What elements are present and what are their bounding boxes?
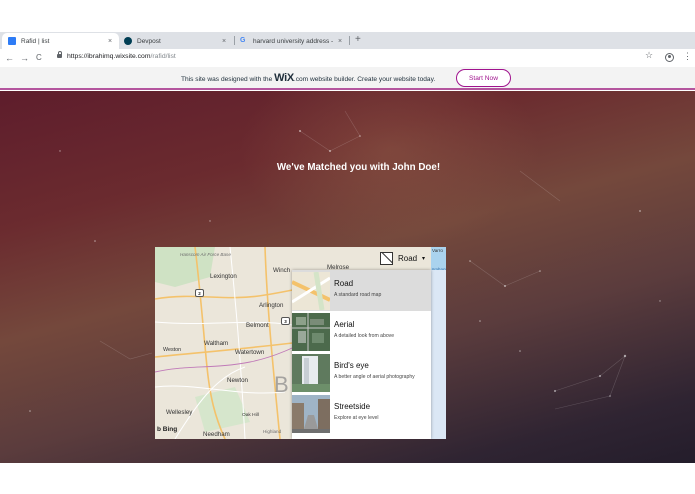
tab-harvard-search[interactable]: G harvard university address - G × [234,33,349,49]
banner-text-before: This site was designed with the [181,76,275,83]
map-style-option-birds-eye[interactable]: Bird's eye A better angle of aerial phot… [292,352,431,393]
banner-text-after: .com website builder. Create your websit… [293,76,436,83]
map-town-oak-hill: Oak Hill [242,413,259,418]
map-style-option-aerial[interactable]: Aerial A detailed look from above [292,311,431,352]
option-desc: A detailed look from above [334,333,395,339]
chevron-down-icon: ▾ [422,256,426,262]
back-button[interactable]: ← [5,49,14,67]
map-town-belmont: Belmont [246,322,269,329]
option-title: Bird's eye [334,361,369,370]
bing-logo: b Bing [157,426,177,433]
lock-icon [57,51,62,58]
road-style-icon [380,252,393,265]
tab-title: Devpost [137,37,161,45]
menu-kebab-icon[interactable]: ⋮ [683,51,692,62]
map-style-dropdown: Road A standard road map Aerial A detail… [292,270,431,439]
close-tab-icon[interactable]: × [105,38,115,45]
tab-strip: Rafid | list × Devpost × G harvard unive… [0,32,695,49]
bookmark-star-icon[interactable]: ☆ [645,50,653,61]
map-town-arlington: Arlington [259,302,284,309]
devpost-favicon-icon [124,37,132,45]
window-top-space [0,0,695,32]
map-town-wellesley: Wellesley [166,409,193,416]
map-town-newton: Newton [227,377,248,384]
wix-logo: WiX [274,72,294,84]
map-town-winch: Winch [273,267,291,274]
dropdown-scroll-track[interactable] [431,270,446,439]
map-town-waltham: Waltham [204,340,229,347]
route-3-shield: 3 [281,317,290,325]
forward-button[interactable]: → [20,49,29,67]
map-town-watertown: Watertown [235,349,265,356]
url-domain: https://ibrahimq.wixsite.com [67,53,151,60]
tab-title: harvard university address - G [253,37,335,45]
streetside-thumbnail-icon [292,395,330,433]
birds-eye-thumbnail-icon [292,354,330,392]
account-icon[interactable] [665,53,674,62]
map-town-lexington: Lexington [210,273,237,280]
tab-title: Rafid | list [21,37,50,45]
tab-devpost[interactable]: Devpost × [118,33,233,49]
aerial-thumbnail-icon [292,313,330,351]
match-headline: We've Matched you with John Doe! [276,162,441,173]
google-favicon-icon: G [240,37,246,44]
option-title: Road [334,279,354,288]
map-town-highland: Highland [263,429,282,434]
option-desc: Explore at eye level [334,415,379,421]
map-label-hanscom: Hanscom Air Force Base [180,252,231,257]
address-bar[interactable]: https://ibrahimq.wixsite.com/rafid/list [67,53,176,60]
tab-separator [234,36,235,45]
reload-button[interactable]: C [36,49,42,67]
page-bottom-space [0,463,695,494]
tab-separator [349,36,350,45]
road-thumbnail-icon [292,272,330,310]
wix-banner-text: This site was designed with the WiX.com … [181,72,435,86]
map-town-needham: Needham [203,431,230,438]
option-desc: A standard road map [334,292,382,298]
wix-banner: This site was designed with the WiX.com … [0,67,695,90]
route-2-shield: 2 [195,289,204,297]
map-town-weston: Weston [163,347,182,353]
option-title: Streetside [334,402,371,411]
map-watermark-letter: B [274,372,289,397]
option-title: Aerial [334,320,355,329]
option-desc: A better angle of aerial photography [334,374,415,380]
tab-rafid-list[interactable]: Rafid | list × [2,33,119,49]
close-tab-icon[interactable]: × [219,38,229,45]
start-now-button[interactable]: Start Now [456,69,511,87]
map-style-option-streetside[interactable]: Streetside Explore at eye level [292,393,431,434]
map-style-selector[interactable]: Road ▾ [378,249,446,270]
map-style-option-road[interactable]: Road A standard road map [292,270,431,311]
url-path: /rafid/list [150,53,176,60]
map-style-label: Road [398,254,418,263]
bing-label: Bing [162,426,178,433]
close-tab-icon[interactable]: × [335,38,345,45]
wix-favicon-icon [8,37,16,45]
map-embed[interactable]: Hanscom Air Force Base Lexington Winch M… [155,247,446,439]
new-tab-button[interactable]: + [355,34,361,46]
browser-toolbar: ← → C https://ibrahimq.wixsite.com/rafid… [0,49,695,67]
